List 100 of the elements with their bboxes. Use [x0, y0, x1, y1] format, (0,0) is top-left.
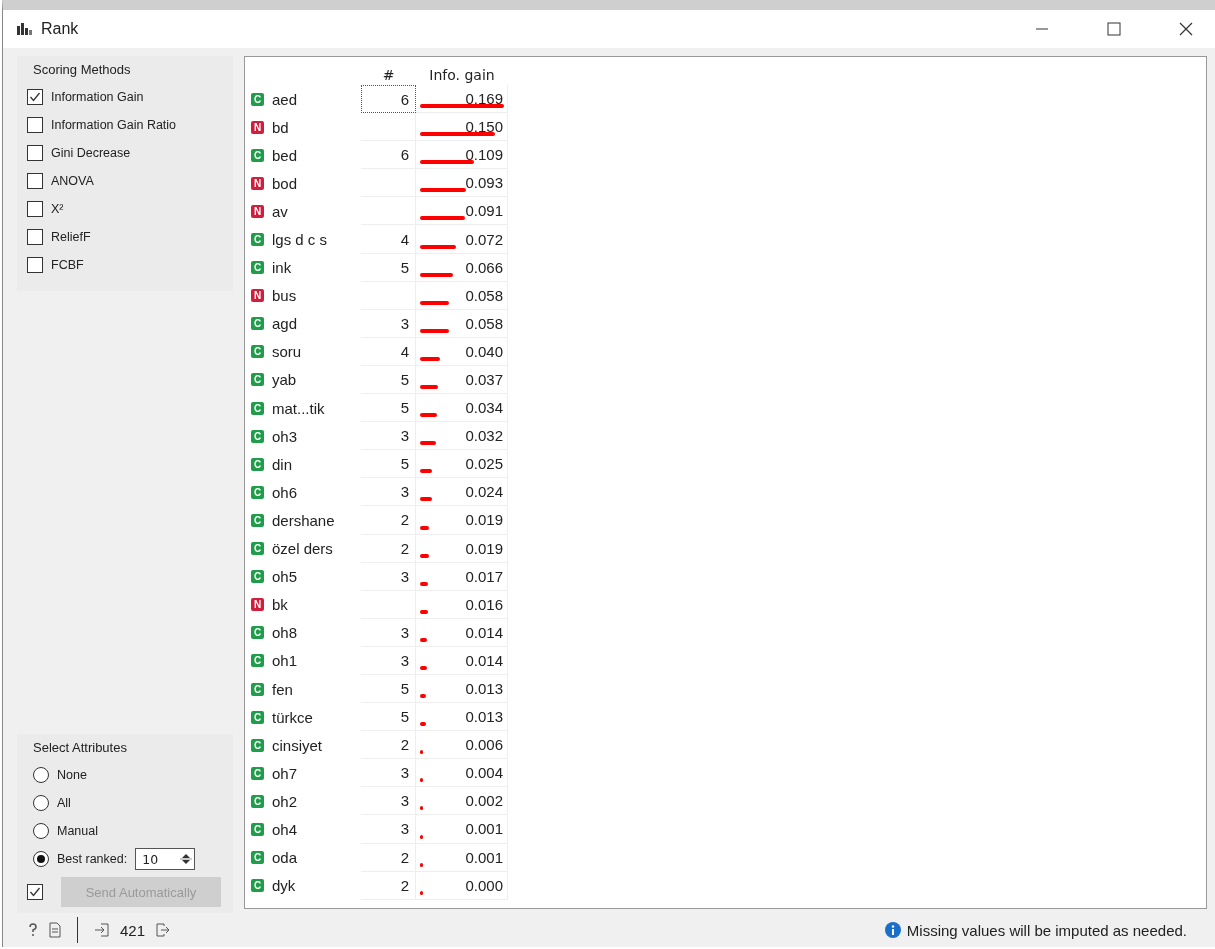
attribute-type-badge: C [251, 766, 264, 780]
checkbox[interactable] [27, 257, 43, 273]
attribute-name: türkce [272, 708, 313, 726]
document-icon[interactable] [49, 922, 61, 938]
score-value: 0.006 [465, 736, 503, 754]
table-cell: 2 [361, 506, 416, 535]
attribute-type-badge: N [251, 204, 264, 218]
checkbox-label: Gini Decrease [51, 146, 131, 160]
radio-button[interactable] [33, 767, 49, 783]
column-header[interactable]: # [361, 67, 416, 85]
checkbox[interactable] [27, 173, 43, 189]
table-cell: 3 [361, 562, 416, 591]
attribute-type-badge: N [251, 289, 264, 303]
input-icon[interactable] [94, 922, 110, 938]
score-value: 0.066 [465, 258, 503, 276]
attribute-name: oh4 [272, 821, 298, 838]
radio-label: None [57, 768, 87, 782]
attribute-type-badge: C [251, 401, 264, 415]
checkbox[interactable] [27, 229, 43, 245]
attribute-type-badge: C [251, 682, 264, 696]
info-icon [884, 922, 901, 938]
score-value: 0.040 [465, 342, 503, 360]
checkbox-label: Information Gain [51, 90, 144, 104]
table-cell: 5 [361, 394, 416, 423]
attribute-name: bk [272, 596, 288, 614]
help-icon[interactable] [27, 922, 39, 938]
table-cell: 3 [361, 478, 416, 507]
score-value: 0.058 [465, 314, 503, 332]
attribute-name: oh8 [272, 624, 298, 642]
attribute-type-badge: C [251, 429, 264, 443]
table-cell: 3 [361, 646, 416, 675]
checkbox-label: FCBF [51, 258, 84, 272]
attribute-type-badge: C [251, 626, 264, 640]
table-cell: 3 [361, 787, 416, 816]
score-value: 0.091 [465, 202, 503, 220]
table-cell: 3 [361, 759, 416, 788]
score-value: 0.019 [465, 539, 503, 557]
attribute-name: oh7 [272, 764, 298, 782]
attribute-name: özel ders [272, 540, 333, 558]
radio-label: All [57, 796, 71, 810]
score-value: 0.150 [465, 118, 503, 136]
radio-label: Best ranked: [57, 852, 128, 866]
score-value: 0.072 [465, 230, 503, 248]
attribute-type-badge: C [251, 710, 264, 724]
attribute-name: cinsiyet [272, 736, 323, 754]
bar-chart-icon [17, 23, 33, 35]
attribute-name: oh3 [272, 427, 298, 445]
attribute-name: fen [272, 680, 293, 698]
attribute-type-badge: C [251, 373, 264, 387]
column-header[interactable]: Info. gain [416, 67, 508, 85]
attribute-name: dershane [272, 511, 335, 529]
attribute-name: bus [272, 287, 297, 305]
checkbox-label: Information Gain Ratio [51, 118, 177, 132]
score-value: 0.169 [465, 90, 503, 108]
radio-button[interactable] [33, 851, 49, 867]
score-value: 0.001 [465, 848, 503, 866]
score-value: 0.014 [465, 623, 503, 641]
attribute-name: dyk [272, 877, 296, 895]
attribute-type-badge: C [251, 851, 264, 865]
maximize-icon[interactable] [1107, 22, 1121, 36]
attribute-type-badge: C [251, 92, 264, 106]
score-value: 0.002 [465, 792, 503, 810]
output-icon[interactable] [155, 922, 172, 938]
section-title: Select Attributes [32, 739, 128, 757]
attribute-name: oda [272, 849, 298, 867]
close-icon[interactable] [1179, 22, 1193, 36]
attribute-type-badge: C [251, 879, 264, 893]
table-cell: 3 [361, 618, 416, 647]
table-cell: 5 [361, 450, 416, 479]
score-value: 0.014 [465, 651, 503, 669]
attribute-type-badge: C [251, 233, 264, 246]
checkbox[interactable] [27, 117, 43, 133]
attribute-type-badge: N [251, 176, 264, 190]
attribute-name: oh1 [272, 652, 298, 670]
attribute-name: mat...tik [272, 399, 325, 417]
radio-button[interactable] [33, 795, 49, 811]
attribute-name: soru [272, 343, 302, 361]
table-cell: 2 [361, 843, 416, 872]
table-cell: 5 [361, 253, 416, 282]
attribute-name: bd [272, 118, 289, 136]
score-value: 0.013 [465, 680, 503, 697]
attribute-name: lgs d c s [272, 231, 328, 248]
score-value: 0.004 [465, 764, 503, 782]
attribute-type-badge: C [251, 317, 264, 331]
checkbox[interactable] [27, 201, 43, 217]
checkbox[interactable] [27, 89, 43, 105]
spin-arrows-icon[interactable] [180, 851, 193, 867]
number-spinbox[interactable]: 10 [135, 848, 196, 870]
attribute-type-badge: C [251, 654, 264, 668]
table-cell: 2 [361, 871, 416, 900]
attribute-name: din [272, 455, 293, 473]
table-cell: 6 [361, 141, 416, 170]
checkbox[interactable] [27, 145, 43, 161]
table-cell: 2 [361, 534, 416, 563]
attribute-name: oh6 [272, 483, 298, 501]
table-cell: 2 [361, 731, 416, 760]
radio-button[interactable] [33, 823, 49, 839]
score-value: 0.016 [465, 595, 503, 613]
checkbox-label: ANOVA [51, 174, 94, 188]
attribute-type-badge: C [251, 345, 264, 359]
